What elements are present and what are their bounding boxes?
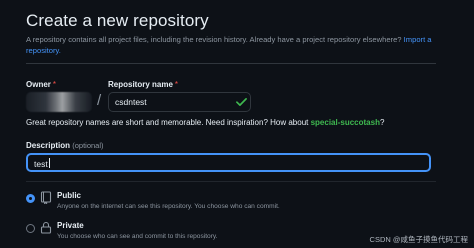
hint-text: Great repository names are short and mem… <box>26 118 311 127</box>
owner-label-text: Owner <box>26 80 51 89</box>
repo-name-required-mark: * <box>174 80 179 89</box>
private-radio[interactable] <box>26 224 35 233</box>
page-subtitle: A repository contains all project files,… <box>26 34 466 56</box>
description-optional-text: (optional) <box>72 141 104 150</box>
repo-name-label: Repository name * <box>108 80 178 89</box>
owner-label: Owner * <box>26 80 56 89</box>
description-input[interactable]: test <box>26 153 431 172</box>
hint-suffix: ? <box>379 118 385 127</box>
page-title: Create a new repository <box>26 11 209 30</box>
public-radio[interactable] <box>26 194 35 203</box>
name-suggestion-link[interactable]: special-succotash <box>311 118 380 127</box>
repo-name-hint: Great repository names are short and mem… <box>26 118 384 127</box>
repo-name-label-text: Repository name <box>108 80 173 89</box>
header-divider <box>26 63 436 64</box>
description-label: Description (optional) <box>26 141 104 150</box>
section-divider <box>26 181 436 182</box>
repo-book-icon <box>40 191 52 204</box>
lock-icon <box>40 221 52 234</box>
subtitle-text: A repository contains all project files,… <box>26 35 402 44</box>
repository-name-input[interactable]: csdntest <box>108 92 251 112</box>
owner-repo-separator: / <box>97 92 102 109</box>
watermark: CSDN @咸鱼子摸鱼代码工程 <box>369 235 468 244</box>
private-title: Private <box>57 221 84 230</box>
text-caret <box>48 158 50 168</box>
check-icon <box>236 98 247 106</box>
public-description: Anyone on the internet can see this repo… <box>57 203 280 210</box>
owner-required-mark: * <box>52 80 57 89</box>
description-value: test <box>34 159 48 169</box>
public-title: Public <box>57 191 82 200</box>
private-description: You choose who can see and commit to thi… <box>57 233 218 240</box>
description-label-text: Description <box>26 141 71 150</box>
owner-select[interactable] <box>26 92 92 112</box>
